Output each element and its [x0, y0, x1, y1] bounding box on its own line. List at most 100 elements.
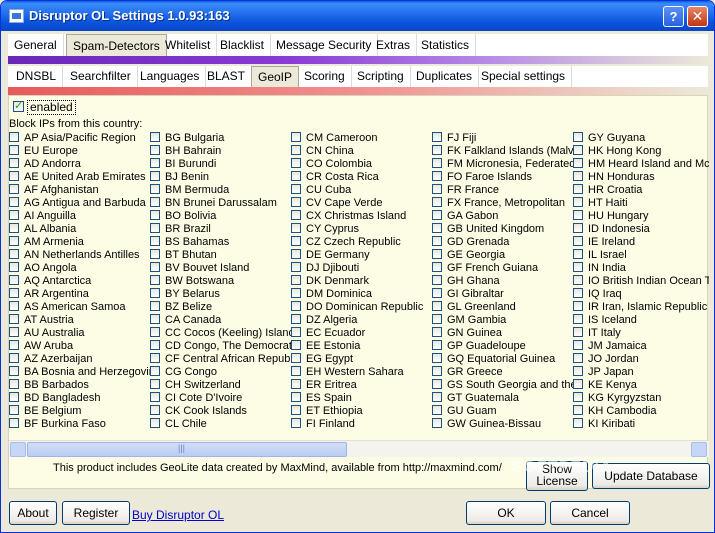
country-checkbox[interactable]: [432, 314, 442, 324]
country-item[interactable]: CV Cape Verde: [291, 197, 432, 210]
country-checkbox[interactable]: [291, 132, 301, 142]
country-item[interactable]: IL Israel: [573, 249, 709, 262]
country-checkbox[interactable]: [573, 379, 583, 389]
country-item[interactable]: AG Antigua and Barbuda: [9, 197, 150, 210]
country-item[interactable]: AD Andorra: [9, 158, 150, 171]
country-checkbox[interactable]: [291, 301, 301, 311]
country-item[interactable]: FJ Fiji: [432, 132, 573, 145]
country-item[interactable]: JP Japan: [573, 366, 709, 379]
country-item[interactable]: DZ Algeria: [291, 314, 432, 327]
tab-message-security[interactable]: Message Security: [270, 34, 379, 56]
horizontal-scrollbar[interactable]: [9, 440, 709, 457]
country-checkbox[interactable]: [150, 171, 160, 181]
country-item[interactable]: GI Gibraltar: [432, 288, 573, 301]
enabled-checkbox-row[interactable]: enabled: [13, 99, 76, 116]
country-item[interactable]: EH Western Sahara: [291, 366, 432, 379]
country-checkbox[interactable]: [150, 327, 160, 337]
country-item[interactable]: GF French Guiana: [432, 262, 573, 275]
country-checkbox[interactable]: [432, 340, 442, 350]
country-checkbox[interactable]: [291, 353, 301, 363]
country-item[interactable]: DM Dominica: [291, 288, 432, 301]
country-checkbox[interactable]: [291, 379, 301, 389]
country-item[interactable]: KI Kiribati: [573, 418, 709, 431]
country-checkbox[interactable]: [9, 262, 19, 272]
country-item[interactable]: CF Central African Republic: [150, 353, 291, 366]
country-item[interactable]: GA Gabon: [432, 210, 573, 223]
country-checkbox[interactable]: [291, 366, 301, 376]
country-checkbox[interactable]: [573, 249, 583, 259]
country-checkbox[interactable]: [573, 184, 583, 194]
country-checkbox[interactable]: [573, 275, 583, 285]
country-checkbox[interactable]: [573, 288, 583, 298]
tab-dnsbl[interactable]: DNSBL: [10, 66, 64, 87]
country-checkbox[interactable]: [150, 418, 160, 428]
country-item[interactable]: AN Netherlands Antilles: [9, 249, 150, 262]
country-item[interactable]: GP Guadeloupe: [432, 340, 573, 353]
country-checkbox[interactable]: [150, 249, 160, 259]
country-item[interactable]: CL Chile: [150, 418, 291, 431]
country-checkbox[interactable]: [150, 236, 160, 246]
country-item[interactable]: AW Aruba: [9, 340, 150, 353]
country-item[interactable]: CN China: [291, 145, 432, 158]
register-button[interactable]: Register: [62, 501, 130, 525]
country-item[interactable]: BA Bosnia and Herzegovina: [9, 366, 150, 379]
country-item[interactable]: JO Jordan: [573, 353, 709, 366]
country-checkbox[interactable]: [9, 392, 19, 402]
country-item[interactable]: BR Brazil: [150, 223, 291, 236]
country-item[interactable]: AS American Samoa: [9, 301, 150, 314]
country-checkbox[interactable]: [432, 184, 442, 194]
country-checkbox[interactable]: [150, 262, 160, 272]
country-checkbox[interactable]: [432, 197, 442, 207]
country-checkbox[interactable]: [150, 340, 160, 350]
country-checkbox[interactable]: [573, 327, 583, 337]
country-item[interactable]: FX France, Metropolitan: [432, 197, 573, 210]
country-item[interactable]: GH Ghana: [432, 275, 573, 288]
scroll-left-button[interactable]: [10, 442, 26, 457]
country-checkbox[interactable]: [9, 301, 19, 311]
country-checkbox[interactable]: [150, 145, 160, 155]
country-checkbox[interactable]: [9, 418, 19, 428]
country-checkbox[interactable]: [291, 145, 301, 155]
country-item[interactable]: DJ Djibouti: [291, 262, 432, 275]
country-item[interactable]: GT Guatemala: [432, 392, 573, 405]
country-item[interactable]: BD Bangladesh: [9, 392, 150, 405]
country-item[interactable]: HU Hungary: [573, 210, 709, 223]
country-item[interactable]: BW Botswana: [150, 275, 291, 288]
country-checkbox[interactable]: [9, 379, 19, 389]
country-checkbox[interactable]: [432, 249, 442, 259]
country-checkbox[interactable]: [9, 405, 19, 415]
country-checkbox[interactable]: [291, 184, 301, 194]
country-item[interactable]: IE Ireland: [573, 236, 709, 249]
country-item[interactable]: EU Europe: [9, 145, 150, 158]
country-item[interactable]: CM Cameroon: [291, 132, 432, 145]
country-item[interactable]: KE Kenya: [573, 379, 709, 392]
country-item[interactable]: FR France: [432, 184, 573, 197]
country-checkbox[interactable]: [573, 236, 583, 246]
country-checkbox[interactable]: [150, 405, 160, 415]
country-checkbox[interactable]: [9, 314, 19, 324]
country-item[interactable]: AP Asia/Pacific Region: [9, 132, 150, 145]
country-checkbox[interactable]: [150, 392, 160, 402]
country-checkbox[interactable]: [432, 288, 442, 298]
country-item[interactable]: EC Ecuador: [291, 327, 432, 340]
country-item[interactable]: GM Gambia: [432, 314, 573, 327]
country-item[interactable]: IO British Indian Ocean Territory: [573, 275, 709, 288]
enabled-label[interactable]: enabled: [27, 100, 76, 115]
country-checkbox[interactable]: [150, 223, 160, 233]
tab-whitelist[interactable]: Whitelist: [159, 34, 218, 56]
country-checkbox[interactable]: [9, 236, 19, 246]
country-checkbox[interactable]: [9, 210, 19, 220]
tab-blacklist[interactable]: Blacklist: [214, 34, 272, 56]
country-checkbox[interactable]: [573, 353, 583, 363]
country-item[interactable]: BE Belgium: [9, 405, 150, 418]
country-item[interactable]: CC Cocos (Keeling) Islands: [150, 327, 291, 340]
country-checkbox[interactable]: [291, 171, 301, 181]
tab-searchfilter[interactable]: Searchfilter: [64, 66, 138, 87]
country-checkbox[interactable]: [9, 288, 19, 298]
country-checkbox[interactable]: [150, 184, 160, 194]
country-item[interactable]: JM Jamaica: [573, 340, 709, 353]
tab-statistics[interactable]: Statistics: [415, 34, 477, 56]
country-item[interactable]: IT Italy: [573, 327, 709, 340]
country-checkbox[interactable]: [291, 158, 301, 168]
country-checkbox[interactable]: [573, 171, 583, 181]
